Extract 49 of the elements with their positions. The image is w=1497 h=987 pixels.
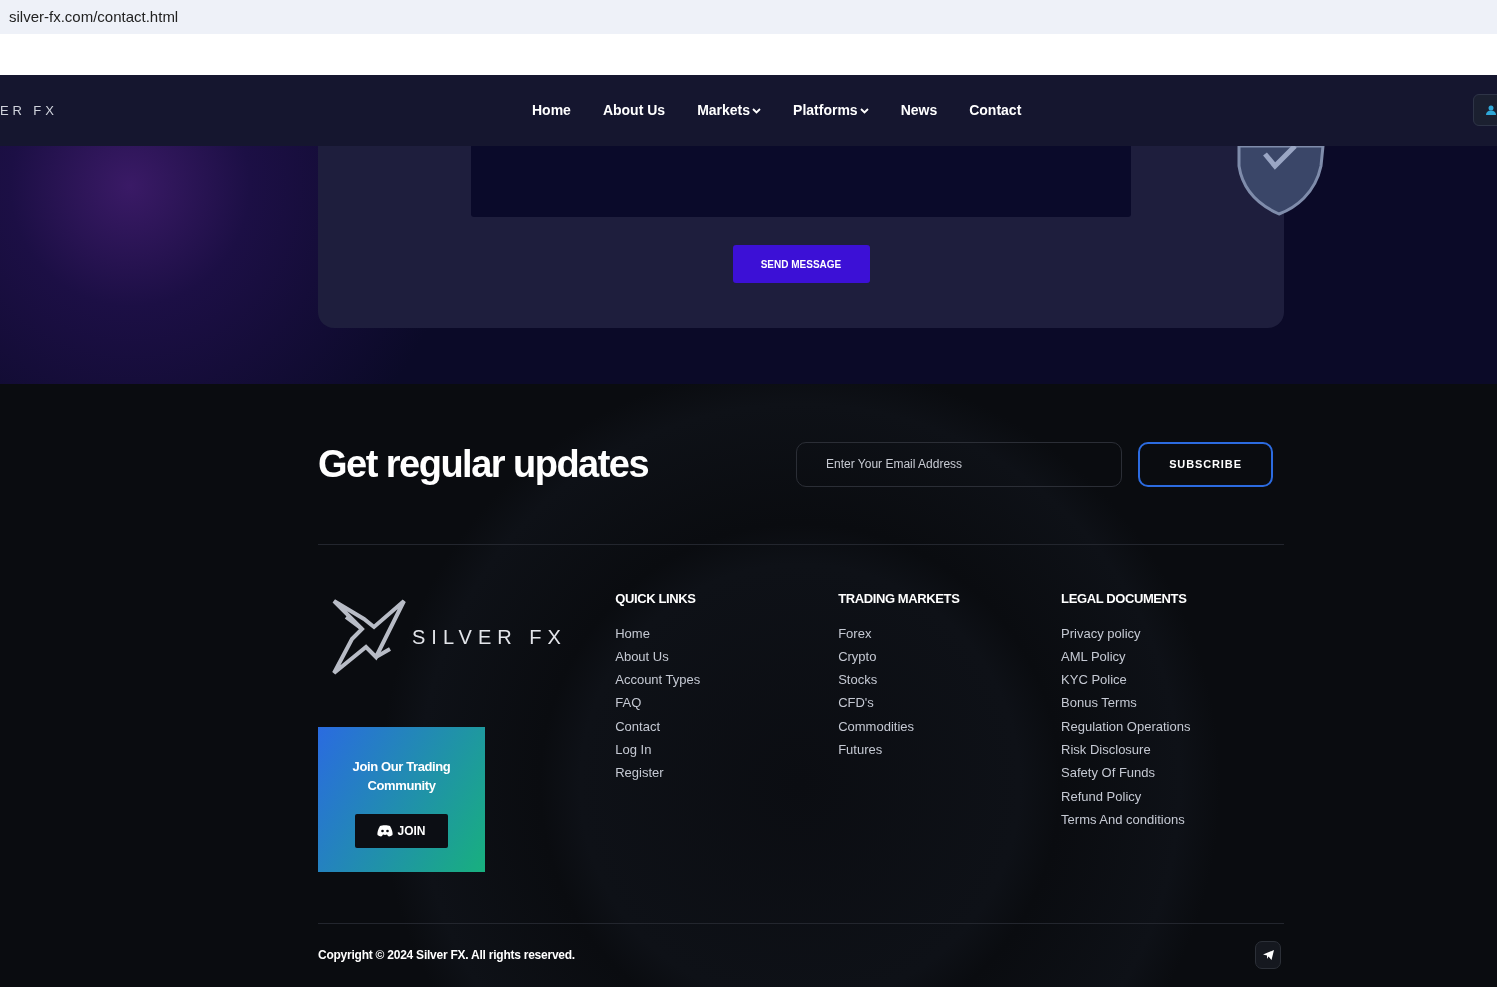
nav-link[interactable]: About Us [602,100,666,121]
footer-link[interactable]: Futures [838,738,883,762]
join-button[interactable]: JOIN [355,814,448,848]
column-heading: TRADING MARKETS [838,590,961,608]
chevron-down-icon [859,107,869,114]
footer-link[interactable]: Bonus Terms [1061,691,1137,715]
footer-link[interactable]: CFD's [838,691,874,715]
paper-plane-icon [1262,950,1274,960]
copyright-text: Copyright © 2024 Silver FX. All rights reserved. [318,947,575,964]
footer-link[interactable]: FAQ [615,691,642,715]
column-heading: LEGAL DOCUMENTS [1061,590,1188,608]
footer-link[interactable]: Contact [615,714,661,738]
logo-text[interactable]: ER FX [0,100,520,121]
discord-icon [377,825,394,837]
email-input[interactable]: Enter Your Email Address [796,441,1122,487]
star-logo-icon [332,599,406,675]
footer-link[interactable]: Regulation Operations [1061,714,1191,738]
address-bar[interactable]: silver-fx.com/contact.html [0,0,1497,34]
footer-link[interactable]: Home [615,621,650,645]
shield-check-icon [1235,146,1327,216]
footer-link[interactable]: Terms And conditions [1061,807,1185,832]
footer-link[interactable]: Log In [615,738,652,762]
footer-link[interactable]: Crypto [838,644,877,669]
community-title: Join Our Trading Community [351,758,452,795]
brand-text: SILVER FX [412,625,567,650]
newsletter-title: Get regular updates [318,441,650,487]
footer-link[interactable]: Safety Of Funds [1061,761,1155,785]
nav-link[interactable]: Platforms [793,100,869,121]
nav-link[interactable]: Home [532,100,571,121]
chevron-down-icon [752,107,762,114]
footer-link[interactable]: KYC Police [1061,668,1127,692]
footer-link[interactable]: Risk Disclosure [1061,738,1151,762]
subscribe-button[interactable]: SUBSCRIBE [1138,441,1273,487]
telegram-button[interactable] [1255,941,1281,969]
footer-link[interactable]: Forex [838,621,872,645]
user-icon [1486,105,1496,115]
footer-link[interactable]: About Us [615,644,669,669]
footer-link[interactable]: Account Types [615,668,701,692]
send-message-button[interactable]: SEND MESSAGE [732,245,870,283]
footer-link[interactable]: Stocks [838,668,878,692]
footer-link[interactable]: Privacy policy [1061,621,1141,645]
footer-link[interactable]: Refund Policy [1061,784,1142,808]
footer-link[interactable]: Register [615,761,664,785]
footer-link[interactable]: Commodities [838,714,914,738]
footer-link[interactable]: AML Policy [1061,644,1126,669]
nav-link[interactable]: News [900,100,938,121]
nav-link[interactable]: Markets [697,100,762,121]
column-heading: QUICK LINKS [615,590,697,608]
nav-link[interactable]: Contact [969,100,1022,121]
